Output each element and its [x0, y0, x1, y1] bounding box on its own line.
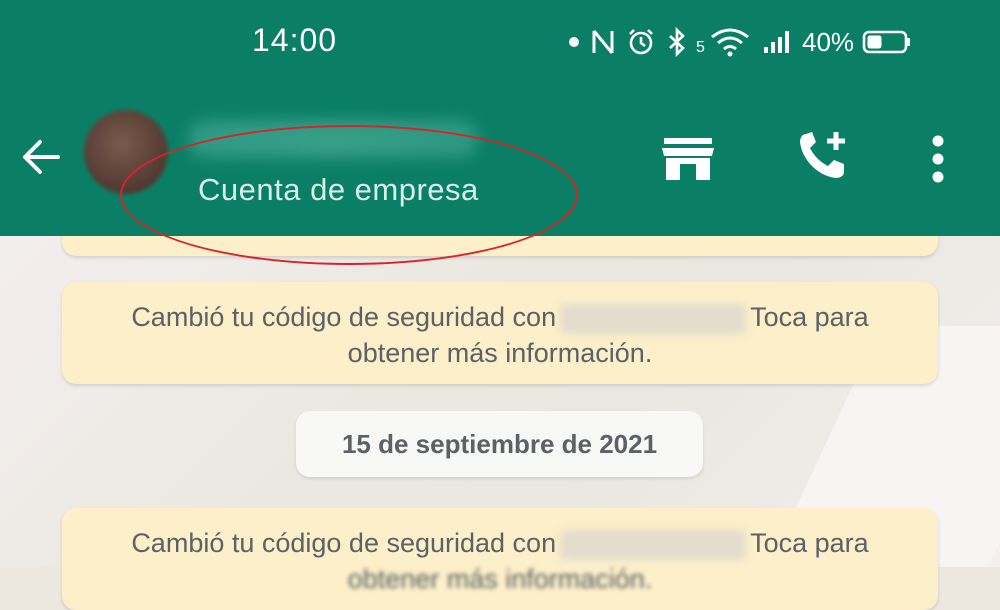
more-vert-icon[interactable] — [928, 134, 948, 189]
network-type-label: 5 — [696, 39, 705, 56]
message-text: Toca para — [750, 528, 869, 558]
add-call-icon[interactable] — [796, 128, 852, 189]
message-text: Cambió tu código de seguridad con — [131, 302, 557, 332]
battery-icon — [862, 29, 912, 55]
battery-percent: 40% — [802, 26, 855, 57]
message-text: Cambió tu código de seguridad con — [131, 528, 557, 558]
alarm-icon — [626, 27, 656, 57]
status-icons: 5 40% — [568, 24, 922, 60]
annotation-circle — [120, 125, 578, 265]
message-line-1: Cambió tu código de seguridad con Toca pa… — [62, 525, 938, 561]
message-line-1: Cambió tu código de seguridad con Toca pa… — [62, 299, 938, 335]
back-arrow-icon[interactable] — [20, 136, 62, 183]
date-label: 15 de septiembre de 2021 — [341, 428, 658, 459]
dot-icon — [568, 36, 580, 48]
message-text: Toca para — [750, 302, 869, 332]
store-icon[interactable] — [660, 132, 716, 189]
signal-icon — [762, 29, 792, 55]
clock: 14:00 — [252, 22, 338, 58]
wifi-icon: 5 — [696, 27, 752, 57]
redacted-contact-name — [560, 303, 747, 334]
status-bar: 14:00 5 40% — [0, 0, 1000, 80]
date-divider: 15 de septiembre de 2021 — [296, 411, 703, 477]
security-code-message[interactable]: Cambió tu código de seguridad con Toca pa… — [62, 508, 938, 610]
bluetooth-icon — [666, 27, 688, 57]
redacted-contact-name — [560, 529, 747, 560]
nfc-icon — [590, 27, 616, 57]
message-line-2: obtener más información. — [347, 564, 653, 594]
security-code-message[interactable]: Cambió tu código de seguridad con Toca pa… — [62, 282, 938, 384]
message-line-2: obtener más información. — [347, 338, 653, 368]
